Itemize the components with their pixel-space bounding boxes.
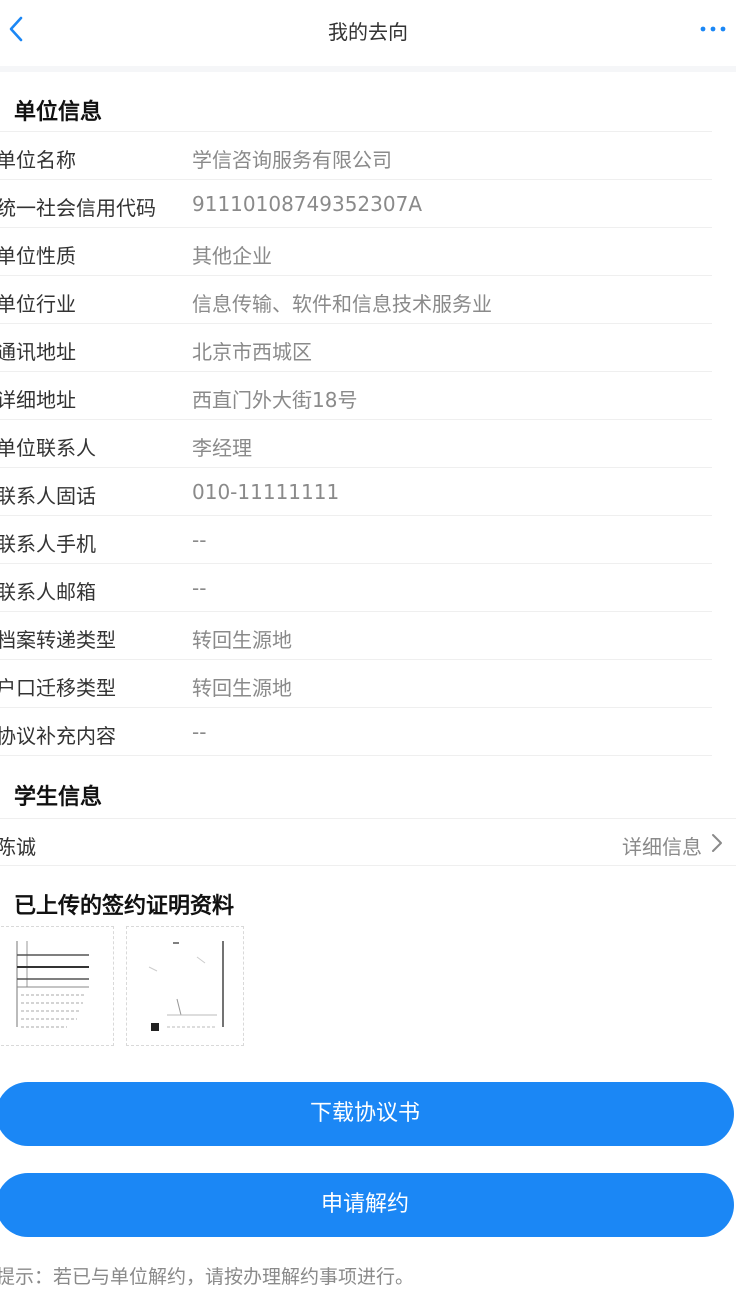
row-label: 通讯地址 (0, 340, 76, 364)
section-divider (0, 66, 736, 72)
info-row-detail-address: 详细地址 西直门外大街18号 (0, 372, 712, 420)
info-row-unit-nature: 单位性质 其他企业 (0, 228, 712, 276)
info-row-contact: 单位联系人 李经理 (0, 420, 712, 468)
row-label: 联系人固话 (0, 484, 96, 508)
row-label: 单位联系人 (0, 436, 96, 460)
info-row-email: 联系人邮箱 -- (0, 564, 712, 612)
row-value: 转回生源地 (192, 628, 292, 652)
student-name: 陈诚 (0, 835, 36, 859)
document-thumbnail-image (145, 939, 225, 1035)
document-thumbnail-image (15, 939, 89, 1035)
row-label: 档案转递类型 (0, 628, 116, 652)
proof-title: 已上传的签约证明资料 (14, 894, 235, 919)
row-value: 学信咨询服务有限公司 (192, 148, 392, 172)
row-value: -- (192, 576, 207, 600)
row-value: 西直门外大街18号 (192, 388, 358, 412)
info-row-address: 通讯地址 北京市西城区 (0, 324, 712, 372)
row-label: 详细地址 (0, 388, 76, 412)
info-row-landline: 联系人固话 010-11111111 (0, 468, 712, 516)
row-value: 李经理 (192, 436, 252, 460)
row-value: -- (192, 528, 207, 552)
info-row-mobile: 联系人手机 -- (0, 516, 712, 564)
row-value: -- (192, 720, 207, 744)
info-row-unit-name: 单位名称 学信咨询服务有限公司 (0, 132, 712, 180)
detail-info-link[interactable]: 详细信息 (622, 831, 702, 860)
page-title: 我的去向 (328, 20, 408, 44)
unit-info-title: 单位信息 (14, 100, 103, 125)
row-label: 联系人邮箱 (0, 580, 96, 604)
row-value: 北京市西城区 (192, 340, 312, 364)
info-row-hukou-transfer: 户口迁移类型 转回生源地 (0, 660, 712, 708)
info-row-archive-transfer: 档案转递类型 转回生源地 (0, 612, 712, 660)
row-value: 91110108749352307A (192, 192, 422, 216)
row-label: 协议补充内容 (0, 724, 116, 748)
info-row-supplement: 协议补充内容 -- (0, 708, 712, 756)
proof-thumbnail[interactable] (126, 926, 244, 1046)
more-button[interactable] (698, 14, 728, 44)
tip-text: 提示：若已与单位解约，请按办理解约事项进行。 (0, 1266, 415, 1288)
row-label: 户口迁移类型 (0, 676, 116, 700)
more-dots-icon (700, 26, 726, 32)
apply-terminate-button[interactable]: 申请解约 (0, 1173, 734, 1237)
student-info-title: 学生信息 (14, 785, 103, 810)
row-value: 010-11111111 (192, 480, 340, 504)
proof-thumbnail[interactable] (0, 926, 114, 1046)
row-label: 单位名称 (0, 148, 76, 172)
info-row-industry: 单位行业 信息传输、软件和信息技术服务业 (0, 276, 712, 324)
student-row[interactable]: 陈诚 详细信息 (0, 818, 736, 866)
row-value: 转回生源地 (192, 676, 292, 700)
row-value: 其他企业 (192, 244, 272, 268)
row-label: 联系人手机 (0, 532, 96, 556)
row-label: 单位行业 (0, 292, 76, 316)
row-value: 信息传输、软件和信息技术服务业 (192, 292, 492, 316)
row-label: 统一社会信用代码 (0, 196, 156, 220)
download-agreement-button[interactable]: 下载协议书 (0, 1082, 734, 1146)
chevron-right-icon (712, 834, 722, 852)
info-row-credit-code: 统一社会信用代码 91110108749352307A (0, 180, 712, 228)
nav-bar: 我的去向 (0, 0, 736, 62)
row-label: 单位性质 (0, 244, 76, 268)
